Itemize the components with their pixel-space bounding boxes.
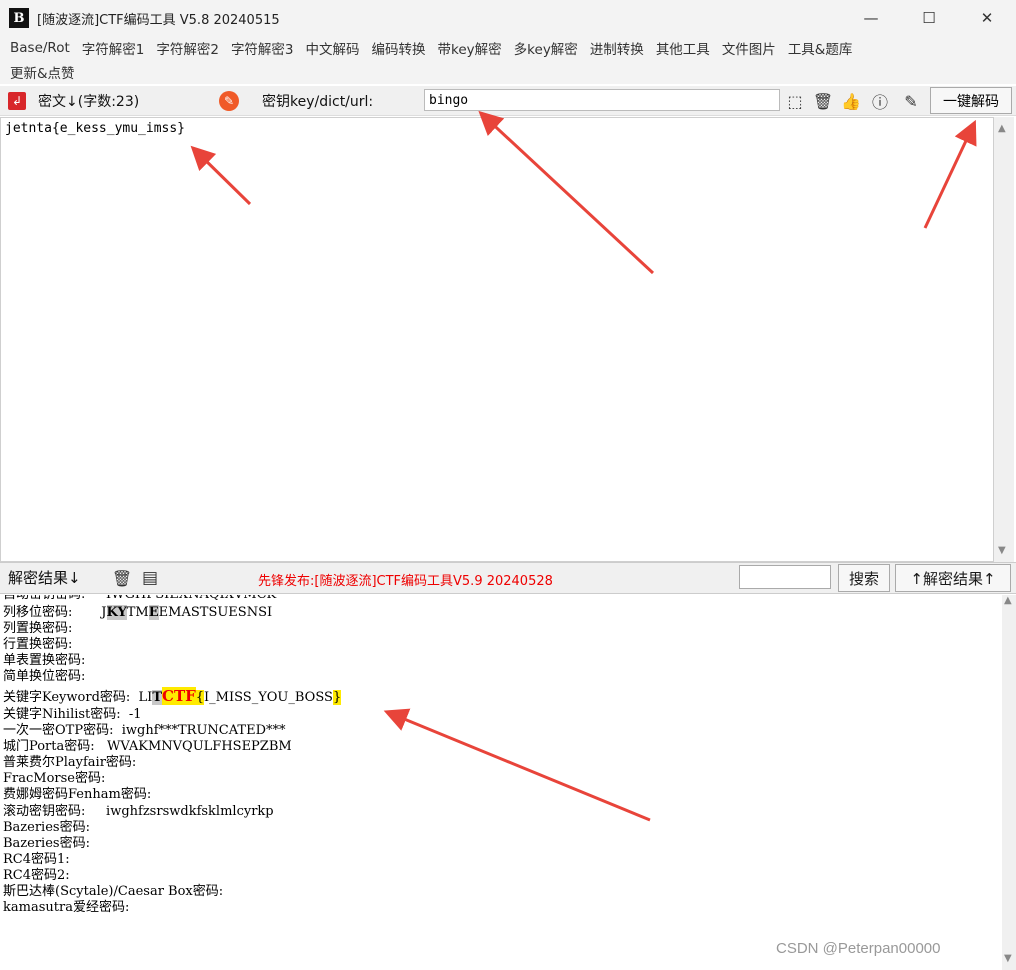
edit-note-icon[interactable]: ✎ <box>900 90 922 112</box>
menu-update-like[interactable]: 更新&点赞 <box>4 62 81 82</box>
scroll-up-icon[interactable]: ▲ <box>1004 595 1012 606</box>
close-button[interactable]: ✕ <box>958 0 1016 36</box>
menu-row-1: Base/Rot 字符解密1 字符解密2 字符解密3 中文解码 编码转换 带ke… <box>0 36 1016 60</box>
cipher-scrollbar[interactable]: ▲ ▼ <box>994 117 1014 562</box>
result-text: TM <box>126 605 149 620</box>
result-line: 单表置换密码: <box>3 653 86 668</box>
clear-results-icon[interactable]: 🗑 <box>111 567 133 589</box>
result-line: 列移位密码: JKYTMEEMASTSUESNSI <box>3 605 272 621</box>
result-line: 斯巴达棒(Scytale)/Caesar Box密码: <box>3 884 224 899</box>
result-line: RC4密码2: <box>3 868 70 883</box>
key-label: 密钥key/dict/url: <box>262 94 374 110</box>
result-up-button[interactable]: ↑解密结果↑ <box>895 564 1011 592</box>
flag-brace: } <box>332 690 342 705</box>
window-title: [随波逐流]CTF编码工具 V5.8 20240515 <box>37 12 280 28</box>
result-text: 关键字Keyword密码: LI <box>3 690 153 705</box>
result-line: 行置换密码: <box>3 637 73 652</box>
result-line: Bazeries密码: <box>3 836 90 851</box>
result-highlight: KY <box>106 605 127 620</box>
import-icon[interactable]: ↲ <box>8 92 26 110</box>
edit-icon[interactable]: ✎ <box>219 91 239 111</box>
flag-highlight: CTF <box>162 687 196 705</box>
result-line: 自动密钥密码: IWGHFSIEXNAQIXVMCK <box>3 595 276 603</box>
scroll-down-icon[interactable]: ▼ <box>1004 953 1012 964</box>
menu-char-decrypt-2[interactable]: 字符解密2 <box>150 38 225 58</box>
menu-other-tools[interactable]: 其他工具 <box>650 38 716 58</box>
menu-key-decrypt[interactable]: 带key解密 <box>432 38 508 58</box>
result-highlight: E <box>148 605 159 620</box>
result-line-keyword: 关键字Keyword密码: LITCTF{I_MISS_YOU_BOSS} <box>3 687 342 706</box>
app-icon: B <box>9 8 29 28</box>
menu-chinese-decode[interactable]: 中文解码 <box>300 38 366 58</box>
result-text: EMASTSUESNSI <box>158 605 273 620</box>
result-line: RC4密码1: <box>3 852 70 867</box>
maximize-button[interactable]: ☐ <box>900 0 958 36</box>
result-line: 费娜姆密码Fenham密码: <box>3 787 152 802</box>
release-notice[interactable]: 先锋发布:[随波逐流]CTF编码工具V5.9 20240528 <box>258 570 553 589</box>
window-controls: — ☐ ✕ <box>842 0 1016 36</box>
result-line: kamasutra爱经密码: <box>3 900 130 915</box>
decode-all-button[interactable]: 一键解码 <box>930 87 1012 114</box>
menu-bar: Base/Rot 字符解密1 字符解密2 字符解密3 中文解码 编码转换 带ke… <box>0 36 1016 84</box>
result-line: 列置换密码: <box>3 621 73 636</box>
menu-base-convert[interactable]: 进制转换 <box>584 38 650 58</box>
help-icon[interactable]: ⓘ <box>869 90 891 112</box>
result-line: 城门Porta密码: WVAKMNVQULFHSEPZBM <box>3 739 292 754</box>
result-highlight: T <box>152 690 162 705</box>
result-text: 列移位密码: J <box>3 605 107 620</box>
result-line: 简单换位密码: <box>3 669 86 684</box>
result-line: 普莱费尔Playfair密码: <box>3 755 137 770</box>
result-line: FracMorse密码: <box>3 771 106 786</box>
menu-base-rot[interactable]: Base/Rot <box>4 40 76 56</box>
result-scrollbar[interactable]: ▲ ▼ <box>1002 595 1016 970</box>
result-line: Bazeries密码: <box>3 820 90 835</box>
trash-icon[interactable]: 🗑 <box>812 90 834 112</box>
title-bar: B [随波逐流]CTF编码工具 V5.8 20240515 — ☐ ✕ <box>0 0 1016 36</box>
result-line: 一次一密OTP密码: iwghf***TRUNCATED*** <box>3 723 286 738</box>
scroll-up-icon[interactable]: ▲ <box>998 123 1006 134</box>
cipher-textarea[interactable]: jetnta{e_kess_ymu_imss} <box>0 117 994 562</box>
scroll-down-icon[interactable]: ▼ <box>998 545 1006 556</box>
menu-tools-questions[interactable]: 工具&题库 <box>782 38 859 58</box>
minimize-button[interactable]: — <box>842 0 900 36</box>
search-button[interactable]: 搜索 <box>838 564 890 592</box>
menu-char-decrypt-1[interactable]: 字符解密1 <box>76 38 151 58</box>
watermark: CSDN @Peterpan00000 <box>776 940 941 957</box>
flag-content: I_MISS_YOU_BOSS <box>204 690 333 705</box>
result-line: 关键字Nihilist密码: -1 <box>3 707 142 722</box>
copy-results-icon[interactable]: ▤ <box>139 567 161 589</box>
search-input[interactable] <box>739 565 831 589</box>
menu-encoding-convert[interactable]: 编码转换 <box>366 38 432 58</box>
key-input[interactable] <box>424 89 780 111</box>
menu-row-2: 更新&点赞 <box>0 60 1016 84</box>
thumbs-up-icon[interactable]: 👍 <box>840 90 862 112</box>
menu-multi-key-decrypt[interactable]: 多key解密 <box>508 38 584 58</box>
result-label: 解密结果↓ <box>8 569 81 587</box>
menu-file-image[interactable]: 文件图片 <box>716 38 782 58</box>
result-line: 滚动密钥密码: iwghfzsrswdkfsklmlcyrkp <box>3 804 274 819</box>
menu-char-decrypt-3[interactable]: 字符解密3 <box>225 38 300 58</box>
select-icon[interactable]: ⬚ <box>784 90 806 112</box>
result-textarea[interactable]: 自动密钥密码: IWGHFSIEXNAQIXVMCK 列移位密码: JKYTME… <box>0 595 1002 970</box>
cipher-label: 密文↓(字数:23) <box>38 94 140 110</box>
flag-brace: { <box>195 690 205 705</box>
